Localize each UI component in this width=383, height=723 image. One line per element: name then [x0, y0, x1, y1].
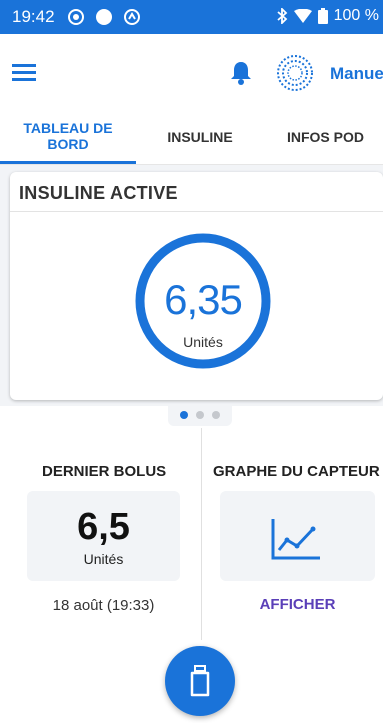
sync-icon	[68, 9, 84, 25]
bluetooth-icon	[277, 8, 287, 24]
panel-divider	[201, 428, 202, 640]
page-dot-1[interactable]	[180, 411, 188, 419]
status-bar: 19:42 100 %	[0, 0, 383, 34]
active-insulin-card[interactable]: INSULINE ACTIVE 6,35 Unités	[10, 172, 383, 400]
tab-dashboard[interactable]: TABLEAU DE BORD	[0, 110, 136, 164]
tab-insulin[interactable]: INSULINE	[140, 110, 260, 164]
bell-icon[interactable]	[229, 60, 253, 86]
record-icon	[96, 9, 112, 25]
active-insulin-unit: Unités	[183, 334, 223, 350]
sensor-graph-title: GRAPHE DU CAPTEUR	[213, 463, 380, 480]
app-bar: Manuel	[0, 34, 383, 111]
bolus-icon	[190, 665, 210, 697]
tab-bar: TABLEAU DE BORD INSULINE INFOS POD	[0, 110, 383, 165]
last-bolus-unit: Unités	[83, 551, 124, 567]
wifi-icon	[293, 9, 312, 23]
tab-dashboard-label: TABLEAU DE BORD	[23, 119, 113, 152]
bolus-fab-button[interactable]	[165, 646, 235, 716]
last-bolus-time: 18 août (19:33)	[52, 597, 155, 614]
show-graph-button[interactable]: AFFICHER	[220, 596, 375, 613]
tab-pod-info-label: INFOS POD	[286, 129, 364, 145]
carousel-pagination	[168, 404, 232, 426]
status-time: 19:42	[12, 7, 55, 26]
menu-icon[interactable]	[12, 64, 36, 82]
line-chart-icon	[271, 519, 320, 560]
mode-label[interactable]: Manuel	[330, 64, 383, 84]
last-bolus-title: DERNIER BOLUS	[42, 463, 167, 480]
battery-icon	[317, 8, 328, 24]
page-dot-2[interactable]	[196, 411, 204, 419]
page-dot-3[interactable]	[212, 411, 220, 419]
battery-percent: 100 %	[333, 7, 379, 24]
tab-insulin-label: INSULINE	[167, 129, 233, 145]
active-insulin-value: 6,35	[164, 276, 243, 323]
manual-mode-icon[interactable]	[275, 53, 315, 93]
tab-pod-info[interactable]: INFOS POD	[268, 110, 383, 164]
last-bolus-value: 6,5	[77, 506, 130, 548]
active-insulin-title: INSULINE ACTIVE	[10, 172, 383, 212]
circle-arrow-icon	[124, 9, 140, 25]
